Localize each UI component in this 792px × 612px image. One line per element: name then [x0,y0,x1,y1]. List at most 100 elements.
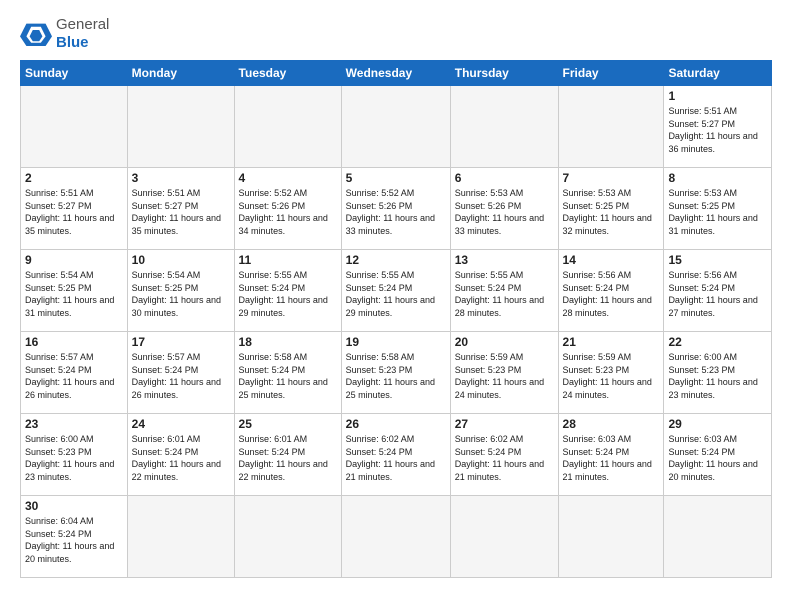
day-info: Sunrise: 5:55 AM Sunset: 5:24 PM Dayligh… [346,269,446,319]
day-number: 26 [346,417,446,431]
header-row: SundayMondayTuesdayWednesdayThursdayFrid… [21,61,772,86]
day-info: Sunrise: 5:51 AM Sunset: 5:27 PM Dayligh… [132,187,230,237]
day-info: Sunrise: 6:03 AM Sunset: 5:24 PM Dayligh… [563,433,660,483]
logo: General Blue [20,16,109,52]
day-info: Sunrise: 5:55 AM Sunset: 5:24 PM Dayligh… [455,269,554,319]
day-info: Sunrise: 5:57 AM Sunset: 5:24 PM Dayligh… [25,351,123,401]
day-info: Sunrise: 6:01 AM Sunset: 5:24 PM Dayligh… [132,433,230,483]
calendar-cell [558,86,664,168]
day-number: 29 [668,417,767,431]
day-info: Sunrise: 5:57 AM Sunset: 5:24 PM Dayligh… [132,351,230,401]
calendar-week-5: 30 Sunrise: 6:04 AM Sunset: 5:24 PM Dayli… [21,496,772,578]
day-number: 7 [563,171,660,185]
day-info: Sunrise: 5:59 AM Sunset: 5:23 PM Dayligh… [455,351,554,401]
column-header-monday: Monday [127,61,234,86]
day-number: 5 [346,171,446,185]
calendar-cell: 23 Sunrise: 6:00 AM Sunset: 5:23 PM Dayli… [21,414,128,496]
day-number: 19 [346,335,446,349]
calendar-cell: 11Sunrise: 5:55 AM Sunset: 5:24 PM Dayli… [234,250,341,332]
day-info: Sunrise: 5:56 AM Sunset: 5:24 PM Dayligh… [563,269,660,319]
calendar-cell: 30 Sunrise: 6:04 AM Sunset: 5:24 PM Dayli… [21,496,128,578]
day-info: Sunrise: 5:54 AM Sunset: 5:25 PM Dayligh… [25,269,123,319]
column-header-tuesday: Tuesday [234,61,341,86]
day-number: 6 [455,171,554,185]
calendar-cell: 15Sunrise: 5:56 AM Sunset: 5:24 PM Dayli… [664,250,772,332]
day-info: Sunrise: 6:01 AM Sunset: 5:24 PM Dayligh… [239,433,337,483]
calendar-cell [234,496,341,578]
day-number: 12 [346,253,446,267]
calendar-cell: 1Sunrise: 5:51 AM Sunset: 5:27 PM Daylig… [664,86,772,168]
calendar-cell: 3 Sunrise: 5:51 AM Sunset: 5:27 PM Daylig… [127,168,234,250]
day-info: Sunrise: 6:00 AM Sunset: 5:23 PM Dayligh… [25,433,123,483]
calendar-cell: 13 Sunrise: 5:55 AM Sunset: 5:24 PM Dayli… [450,250,558,332]
calendar-cell: 28 Sunrise: 6:03 AM Sunset: 5:24 PM Dayli… [558,414,664,496]
calendar-cell: 6Sunrise: 5:53 AM Sunset: 5:26 PM Daylig… [450,168,558,250]
calendar-cell: 12 Sunrise: 5:55 AM Sunset: 5:24 PM Dayli… [341,250,450,332]
column-header-thursday: Thursday [450,61,558,86]
day-number: 22 [668,335,767,349]
day-number: 11 [239,253,337,267]
calendar-week-1: 2 Sunrise: 5:51 AM Sunset: 5:27 PM Daylig… [21,168,772,250]
calendar-cell: 22Sunrise: 6:00 AM Sunset: 5:23 PM Dayli… [664,332,772,414]
calendar-cell: 4 Sunrise: 5:52 AM Sunset: 5:26 PM Daylig… [234,168,341,250]
day-number: 13 [455,253,554,267]
column-header-friday: Friday [558,61,664,86]
calendar-week-3: 16Sunrise: 5:57 AM Sunset: 5:24 PM Dayli… [21,332,772,414]
day-number: 20 [455,335,554,349]
page: General Blue SundayMondayTuesdayWednesda… [0,0,792,588]
day-info: Sunrise: 5:58 AM Sunset: 5:23 PM Dayligh… [346,351,446,401]
day-number: 4 [239,171,337,185]
day-info: Sunrise: 5:56 AM Sunset: 5:24 PM Dayligh… [668,269,767,319]
day-info: Sunrise: 5:58 AM Sunset: 5:24 PM Dayligh… [239,351,337,401]
day-info: Sunrise: 5:52 AM Sunset: 5:26 PM Dayligh… [239,187,337,237]
logo-text: General Blue [56,16,109,52]
calendar-cell: 29Sunrise: 6:03 AM Sunset: 5:24 PM Dayli… [664,414,772,496]
day-number: 24 [132,417,230,431]
calendar-cell: 18Sunrise: 5:58 AM Sunset: 5:24 PM Dayli… [234,332,341,414]
calendar-cell: 2Sunrise: 5:51 AM Sunset: 5:27 PM Daylig… [21,168,128,250]
column-header-sunday: Sunday [21,61,128,86]
day-number: 9 [25,253,123,267]
day-number: 30 [25,499,123,513]
calendar-cell: 14 Sunrise: 5:56 AM Sunset: 5:24 PM Dayli… [558,250,664,332]
calendar-table: SundayMondayTuesdayWednesdayThursdayFrid… [20,60,772,578]
day-info: Sunrise: 6:02 AM Sunset: 5:24 PM Dayligh… [346,433,446,483]
calendar-cell: 21 Sunrise: 5:59 AM Sunset: 5:23 PM Dayli… [558,332,664,414]
calendar-header: SundayMondayTuesdayWednesdayThursdayFrid… [21,61,772,86]
day-number: 14 [563,253,660,267]
day-number: 10 [132,253,230,267]
day-number: 23 [25,417,123,431]
day-number: 21 [563,335,660,349]
calendar-cell [450,496,558,578]
day-info: Sunrise: 5:53 AM Sunset: 5:25 PM Dayligh… [668,187,767,237]
calendar-cell [450,86,558,168]
calendar-cell: 17Sunrise: 5:57 AM Sunset: 5:24 PM Dayli… [127,332,234,414]
column-header-wednesday: Wednesday [341,61,450,86]
calendar-cell [664,496,772,578]
day-number: 1 [668,89,767,103]
day-info: Sunrise: 6:04 AM Sunset: 5:24 PM Dayligh… [25,515,123,565]
calendar-week-2: 9 Sunrise: 5:54 AM Sunset: 5:25 PM Daylig… [21,250,772,332]
calendar-cell [127,86,234,168]
calendar-cell: 26 Sunrise: 6:02 AM Sunset: 5:24 PM Dayli… [341,414,450,496]
calendar-cell: 20 Sunrise: 5:59 AM Sunset: 5:23 PM Dayli… [450,332,558,414]
calendar-week-0: 1Sunrise: 5:51 AM Sunset: 5:27 PM Daylig… [21,86,772,168]
day-info: Sunrise: 5:59 AM Sunset: 5:23 PM Dayligh… [563,351,660,401]
calendar-cell [558,496,664,578]
day-info: Sunrise: 5:52 AM Sunset: 5:26 PM Dayligh… [346,187,446,237]
generalblue-logo-icon [20,20,52,48]
logo-blue: Blue [56,34,109,52]
calendar-cell: 27Sunrise: 6:02 AM Sunset: 5:24 PM Dayli… [450,414,558,496]
day-number: 2 [25,171,123,185]
day-number: 3 [132,171,230,185]
day-number: 25 [239,417,337,431]
calendar-cell: 25 Sunrise: 6:01 AM Sunset: 5:24 PM Dayli… [234,414,341,496]
day-info: Sunrise: 6:02 AM Sunset: 5:24 PM Dayligh… [455,433,554,483]
day-info: Sunrise: 5:53 AM Sunset: 5:25 PM Dayligh… [563,187,660,237]
calendar-cell: 9 Sunrise: 5:54 AM Sunset: 5:25 PM Daylig… [21,250,128,332]
day-info: Sunrise: 5:54 AM Sunset: 5:25 PM Dayligh… [132,269,230,319]
calendar-cell: 7 Sunrise: 5:53 AM Sunset: 5:25 PM Daylig… [558,168,664,250]
calendar-cell [21,86,128,168]
day-number: 28 [563,417,660,431]
calendar-cell: 8Sunrise: 5:53 AM Sunset: 5:25 PM Daylig… [664,168,772,250]
